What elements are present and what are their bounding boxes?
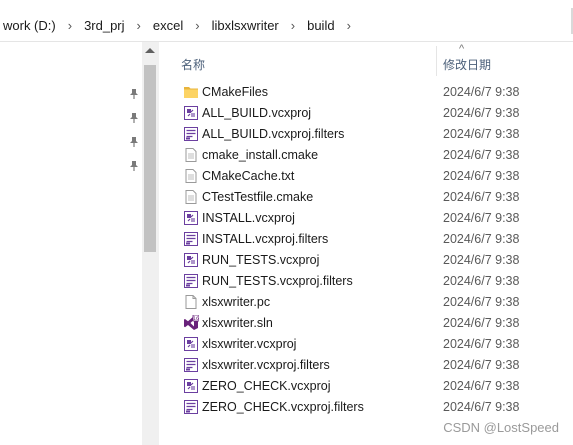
scrollbar-thumb[interactable] xyxy=(144,65,156,252)
file-row[interactable]: xlsxwriter.vcxproj.filters 2024/6/7 9:38 xyxy=(160,355,573,376)
file-name: xlsxwriter.pc xyxy=(202,295,271,309)
navigation-pane xyxy=(0,42,142,445)
address-bar[interactable]: work (D:) › 3rd_prj › excel › libxlsxwri… xyxy=(0,0,573,42)
vcxproj-icon xyxy=(183,210,199,226)
text-file-icon xyxy=(183,189,199,205)
breadcrumb-item-build[interactable]: build xyxy=(304,18,337,33)
scroll-up-arrow-icon[interactable] xyxy=(145,48,155,53)
file-name: INSTALL.vcxproj.filters xyxy=(202,232,329,246)
filters-icon xyxy=(183,357,199,373)
file-date: 2024/6/7 9:38 xyxy=(443,127,520,141)
file-date: 2024/6/7 9:38 xyxy=(443,358,520,372)
file-name: RUN_TESTS.vcxproj.filters xyxy=(202,274,353,288)
pin-icon[interactable] xyxy=(129,88,139,99)
filters-icon xyxy=(183,126,199,142)
file-name: xlsxwriter.vcxproj.filters xyxy=(202,358,330,372)
file-name: ALL_BUILD.vcxproj xyxy=(202,106,312,120)
file-date: 2024/6/7 9:38 xyxy=(443,106,520,120)
file-name: ZERO_CHECK.vcxproj.filters xyxy=(202,400,364,414)
file-date: 2024/6/7 9:38 xyxy=(443,316,520,330)
vcxproj-icon xyxy=(183,105,199,121)
file-name: xlsxwriter.vcxproj xyxy=(202,337,297,351)
sort-arrow-icon: ^ xyxy=(459,43,465,55)
file-list-header: ^ 名称 修改日期 xyxy=(160,42,573,79)
file-row[interactable]: ZERO_CHECK.vcxproj 2024/6/7 9:38 xyxy=(160,376,573,397)
file-name: CMakeCache.txt xyxy=(202,169,295,183)
file-date: 2024/6/7 9:38 xyxy=(443,274,520,288)
file-name: CMakeFiles xyxy=(202,85,268,99)
text-file-icon xyxy=(183,168,199,184)
file-date: 2024/6/7 9:38 xyxy=(443,211,520,225)
file-name: ZERO_CHECK.vcxproj xyxy=(202,379,331,393)
vcxproj-icon xyxy=(183,336,199,352)
nav-scrollbar[interactable] xyxy=(142,42,159,445)
file-name: cmake_install.cmake xyxy=(202,148,319,162)
file-date: 2024/6/7 9:38 xyxy=(443,85,520,99)
file-row[interactable]: xlsxwriter.vcxproj 2024/6/7 9:38 xyxy=(160,334,573,355)
file-name: ALL_BUILD.vcxproj.filters xyxy=(202,127,345,141)
file-date: 2024/6/7 9:38 xyxy=(443,337,520,351)
filters-icon xyxy=(183,231,199,247)
file-row[interactable]: INSTALL.vcxproj.filters 2024/6/7 9:38 xyxy=(160,229,573,250)
column-divider[interactable] xyxy=(436,46,437,76)
watermark: CSDN @LostSpeed xyxy=(443,420,559,435)
file-date: 2024/6/7 9:38 xyxy=(443,400,520,414)
file-row[interactable]: cmake_install.cmake 2024/6/7 9:38 xyxy=(160,145,573,166)
column-header-name[interactable]: 名称 xyxy=(181,56,205,73)
breadcrumb-separator-icon[interactable]: › xyxy=(338,18,360,33)
file-row[interactable]: ALL_BUILD.vcxproj 2024/6/7 9:38 xyxy=(160,103,573,124)
file-name: CTestTestfile.cmake xyxy=(202,190,314,204)
file-date: 2024/6/7 9:38 xyxy=(443,190,520,204)
breadcrumb-separator-icon[interactable]: › xyxy=(128,18,150,33)
file-date: 2024/6/7 9:38 xyxy=(443,253,520,267)
file-row[interactable]: CTestTestfile.cmake 2024/6/7 9:38 xyxy=(160,187,573,208)
breadcrumb-item-libxlsxwriter[interactable]: libxlsxwriter xyxy=(209,18,282,33)
file-row[interactable]: CMakeFiles 2024/6/7 9:38 xyxy=(160,82,573,103)
file-row[interactable]: ALL_BUILD.vcxproj.filters 2024/6/7 9:38 xyxy=(160,124,573,145)
pin-icon[interactable] xyxy=(129,136,139,147)
file-row[interactable]: xlsxwriter.pc 2024/6/7 9:38 xyxy=(160,292,573,313)
file-date: 2024/6/7 9:38 xyxy=(443,169,520,183)
file-date: 2024/6/7 9:38 xyxy=(443,379,520,393)
breadcrumb: work (D:) › 3rd_prj › excel › libxlsxwri… xyxy=(0,15,360,35)
file-list: CMakeFiles 2024/6/7 9:38 ALL_BUILD.vcxpro… xyxy=(160,82,573,418)
pin-icon[interactable] xyxy=(129,160,139,171)
file-name: RUN_TESTS.vcxproj xyxy=(202,253,320,267)
filters-icon xyxy=(183,273,199,289)
breadcrumb-item-3rd-prj[interactable]: 3rd_prj xyxy=(81,18,127,33)
breadcrumb-separator-icon[interactable]: › xyxy=(186,18,208,33)
file-row[interactable]: 16 xlsxwriter.sln 2024/6/7 9:38 xyxy=(160,313,573,334)
file-name: INSTALL.vcxproj xyxy=(202,211,295,225)
column-header-date[interactable]: 修改日期 xyxy=(443,56,491,73)
breadcrumb-separator-icon[interactable]: › xyxy=(282,18,304,33)
svg-text:16: 16 xyxy=(193,316,199,322)
visual-studio-sln-icon: 16 xyxy=(183,315,199,331)
file-name: xlsxwriter.sln xyxy=(202,316,273,330)
file-row[interactable]: CMakeCache.txt 2024/6/7 9:38 xyxy=(160,166,573,187)
vcxproj-icon xyxy=(183,252,199,268)
breadcrumb-item-drive[interactable]: work (D:) xyxy=(0,18,59,33)
file-row[interactable]: INSTALL.vcxproj 2024/6/7 9:38 xyxy=(160,208,573,229)
file-date: 2024/6/7 9:38 xyxy=(443,148,520,162)
folder-icon xyxy=(183,84,199,100)
pin-icon[interactable] xyxy=(129,112,139,123)
file-date: 2024/6/7 9:38 xyxy=(443,232,520,246)
file-row[interactable]: ZERO_CHECK.vcxproj.filters 2024/6/7 9:38 xyxy=(160,397,573,418)
blank-file-icon xyxy=(183,294,199,310)
breadcrumb-separator-icon[interactable]: › xyxy=(59,18,81,33)
breadcrumb-item-excel[interactable]: excel xyxy=(150,18,186,33)
text-file-icon xyxy=(183,147,199,163)
filters-icon xyxy=(183,399,199,415)
file-row[interactable]: RUN_TESTS.vcxproj 2024/6/7 9:38 xyxy=(160,250,573,271)
vcxproj-icon xyxy=(183,378,199,394)
file-row[interactable]: RUN_TESTS.vcxproj.filters 2024/6/7 9:38 xyxy=(160,271,573,292)
file-date: 2024/6/7 9:38 xyxy=(443,295,520,309)
